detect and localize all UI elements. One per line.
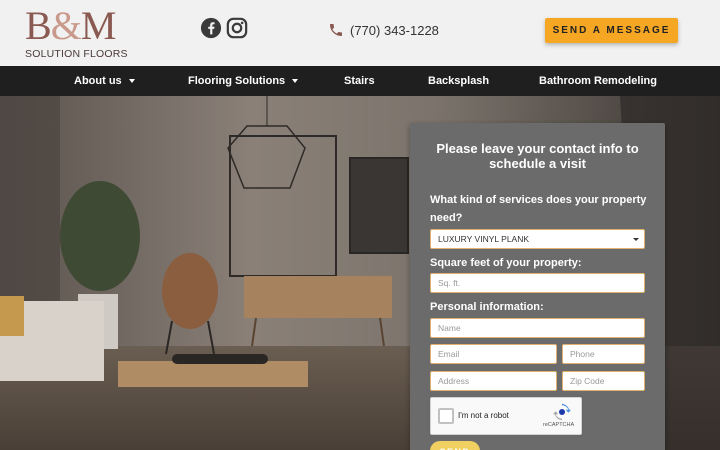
contact-form: Please leave your contact info to schedu… <box>410 123 665 450</box>
brand-logo[interactable]: B&M SOLUTION FLOORS <box>25 3 128 61</box>
facebook-icon[interactable] <box>200 17 222 39</box>
nav-item-label: Stairs <box>344 75 375 87</box>
site-header: B&M SOLUTION FLOORS (770) 343-1228 SEND … <box>0 0 720 66</box>
phone-input[interactable]: Phone <box>562 344 645 364</box>
services-select[interactable]: LUXURY VINYL PLANK <box>430 229 645 249</box>
phone-placeholder: Phone <box>570 349 595 359</box>
recaptcha-label: I'm not a robot <box>458 411 509 420</box>
chevron-down-icon <box>633 238 639 241</box>
recaptcha-widget: I'm not a robot reCAPTCHA <box>430 397 582 435</box>
address-input[interactable]: Address <box>430 371 557 391</box>
sqft-label: Square feet of your property: <box>430 257 582 269</box>
zip-input[interactable]: Zip Code <box>562 371 645 391</box>
chevron-down-icon <box>128 79 135 84</box>
nav-item-label: Bathroom Remodeling <box>539 75 657 87</box>
nav-item-backsplash[interactable]: Backsplash <box>428 66 489 96</box>
recaptcha-brand: reCAPTCHA <box>543 422 575 428</box>
name-input[interactable]: Name <box>430 318 645 338</box>
recaptcha-icon <box>553 403 571 421</box>
logo-subtitle: SOLUTION FLOORS <box>25 48 128 60</box>
services-selected-value: LUXURY VINYL PLANK <box>438 234 530 244</box>
email-placeholder: Email <box>438 349 460 359</box>
send-message-button[interactable]: SEND A MESSAGE <box>545 18 678 43</box>
sqft-placeholder: Sq. ft. <box>438 278 461 288</box>
nav-item-label: Flooring Solutions <box>188 75 286 87</box>
personal-info-label: Personal information: <box>430 301 544 313</box>
email-input[interactable]: Email <box>430 344 557 364</box>
nav-item-flooring-solutions[interactable]: Flooring Solutions <box>188 66 299 96</box>
nav-item-label: About us <box>74 75 122 87</box>
sqft-input[interactable]: Sq. ft. <box>430 273 645 293</box>
nav-item-about-us[interactable]: About us <box>74 66 135 96</box>
phone-icon <box>330 24 342 36</box>
instagram-icon[interactable] <box>226 17 248 39</box>
logo-mark: B&M <box>25 3 116 48</box>
nav-item-stairs[interactable]: Stairs <box>344 66 375 96</box>
phone-link[interactable]: (770) 343-1228 <box>328 21 439 39</box>
chevron-down-icon <box>292 79 299 84</box>
send-button[interactable]: SEND <box>430 441 480 450</box>
form-title: Please leave your contact info to schedu… <box>436 141 639 171</box>
services-label: What kind of services does your property… <box>430 194 647 224</box>
address-placeholder: Address <box>438 376 470 386</box>
recaptcha-checkbox[interactable] <box>438 408 454 424</box>
zip-placeholder: Zip Code <box>570 376 605 386</box>
nav-item-bathroom-remodeling[interactable]: Bathroom Remodeling <box>539 66 657 96</box>
name-placeholder: Name <box>438 323 461 333</box>
phone-number: (770) 343-1228 <box>350 22 439 38</box>
main-nav: About us Flooring Solutions Stairs Backs… <box>0 66 720 96</box>
nav-item-label: Backsplash <box>428 75 490 87</box>
